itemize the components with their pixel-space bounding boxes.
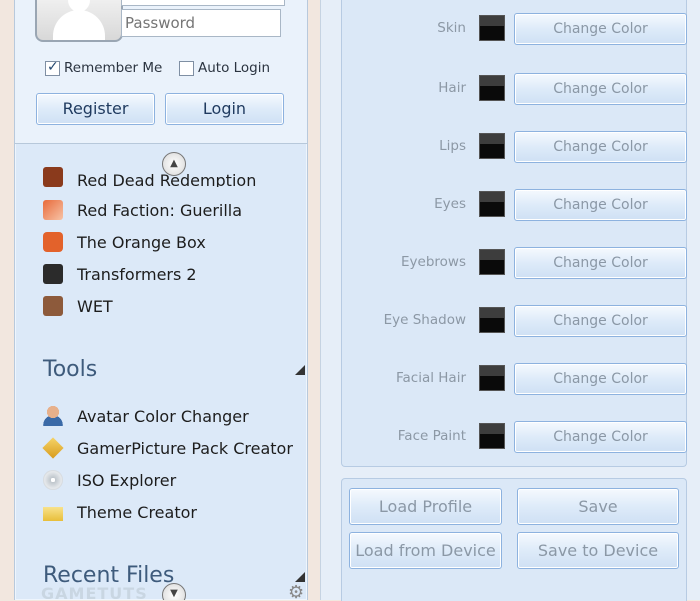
profile-actions-panel: Load Profile Save Load from Device Save …	[341, 478, 687, 601]
color-swatch	[479, 133, 505, 159]
tools-collapse-icon[interactable]	[295, 365, 305, 375]
remember-me-box[interactable]	[45, 59, 60, 76]
remember-me-checkbox[interactable]: Remember Me	[45, 59, 163, 76]
change-color-button[interactable]: Change Color	[514, 13, 687, 45]
tool-gamerpicture-pack-creator[interactable]: GamerPicture Pack Creator	[42, 435, 293, 461]
game-label: The Orange Box	[77, 232, 206, 252]
auto-login-box[interactable]	[179, 60, 194, 76]
package-icon	[42, 437, 64, 459]
color-row-label: Lips	[439, 138, 466, 154]
save-to-device-button[interactable]: Save to Device	[517, 532, 679, 569]
tool-avatar-color-changer[interactable]: Avatar Color Changer	[43, 403, 249, 429]
color-settings-panel: Skin Change Color Hair Change Color Lips…	[341, 0, 687, 467]
color-swatch	[479, 75, 505, 101]
password-field[interactable]	[121, 9, 281, 37]
color-swatch	[479, 307, 505, 333]
login-button[interactable]: Login	[165, 93, 284, 125]
color-row-label: Eyes	[434, 196, 466, 212]
avatar-body	[53, 10, 105, 40]
avatar-tool-icon	[43, 406, 63, 426]
tool-label: Theme Creator	[77, 502, 197, 522]
change-color-button[interactable]: Change Color	[514, 131, 687, 163]
left-panel: Remember Me Auto Login Register Login ▲ …	[14, 0, 308, 600]
color-row-label: Eye Shadow	[383, 312, 466, 328]
game-label: Transformers 2	[77, 264, 197, 284]
tools-heading: Tools	[43, 357, 98, 382]
game-item-red-faction[interactable]: Red Faction: Guerilla	[43, 197, 242, 223]
tool-iso-explorer[interactable]: ISO Explorer	[43, 467, 176, 493]
game-label: WET	[77, 296, 113, 316]
folder-icon	[43, 507, 63, 521]
tool-label: ISO Explorer	[77, 470, 177, 490]
color-swatch	[479, 249, 505, 275]
game-item-orange-box[interactable]: The Orange Box	[43, 229, 206, 255]
game-item-transformers[interactable]: Transformers 2	[43, 261, 197, 287]
change-color-button[interactable]: Change Color	[514, 363, 687, 395]
load-from-device-button[interactable]: Load from Device	[349, 532, 502, 569]
change-color-button[interactable]: Change Color	[514, 421, 687, 453]
game-label: Red Faction: Guerilla	[77, 200, 243, 220]
watermark: GAMETUTS	[41, 584, 148, 600]
color-row-label: Face Paint	[397, 428, 466, 444]
remember-me-label: Remember Me	[64, 60, 163, 76]
login-panel: Remember Me Auto Login Register Login	[15, 0, 307, 144]
auto-login-label: Auto Login	[198, 60, 271, 76]
auto-login-checkbox[interactable]: Auto Login	[179, 60, 270, 76]
color-swatch	[479, 191, 505, 217]
game-item-wet[interactable]: WET	[43, 293, 113, 319]
game-icon	[43, 232, 63, 252]
change-color-button[interactable]: Change Color	[514, 247, 687, 279]
color-row-label: Skin	[437, 20, 466, 36]
color-swatch	[479, 423, 505, 449]
username-field[interactable]	[121, 0, 285, 6]
game-label: Red Dead Redemption	[77, 171, 257, 187]
color-row-label: Hair	[438, 80, 466, 96]
game-icon	[43, 167, 63, 187]
scroll-down-icon[interactable]: ▼	[162, 583, 186, 600]
gear-icon[interactable]: ⚙	[288, 582, 307, 600]
color-row-label: Facial Hair	[395, 370, 466, 386]
game-icon	[43, 296, 63, 316]
change-color-button[interactable]: Change Color	[514, 305, 687, 337]
color-swatch	[479, 365, 505, 391]
change-color-button[interactable]: Change Color	[514, 189, 687, 221]
avatar[interactable]	[35, 0, 123, 42]
load-profile-button[interactable]: Load Profile	[349, 488, 502, 525]
tool-theme-creator[interactable]: Theme Creator	[43, 499, 197, 525]
disc-icon	[43, 470, 63, 490]
recent-collapse-icon[interactable]	[295, 572, 305, 582]
tool-label: Avatar Color Changer	[77, 406, 249, 426]
register-button[interactable]: Register	[36, 93, 155, 125]
tool-label: GamerPicture Pack Creator	[77, 438, 293, 458]
color-swatch	[479, 15, 505, 41]
game-item-partial[interactable]: Red Dead Redemption	[43, 164, 256, 190]
game-icon	[43, 200, 63, 220]
change-color-button[interactable]: Change Color	[514, 73, 687, 105]
save-button[interactable]: Save	[517, 488, 679, 525]
game-icon	[43, 264, 63, 284]
color-row-label: Eyebrows	[401, 254, 466, 270]
right-panel: Skin Change Color Hair Change Color Lips…	[320, 0, 700, 601]
